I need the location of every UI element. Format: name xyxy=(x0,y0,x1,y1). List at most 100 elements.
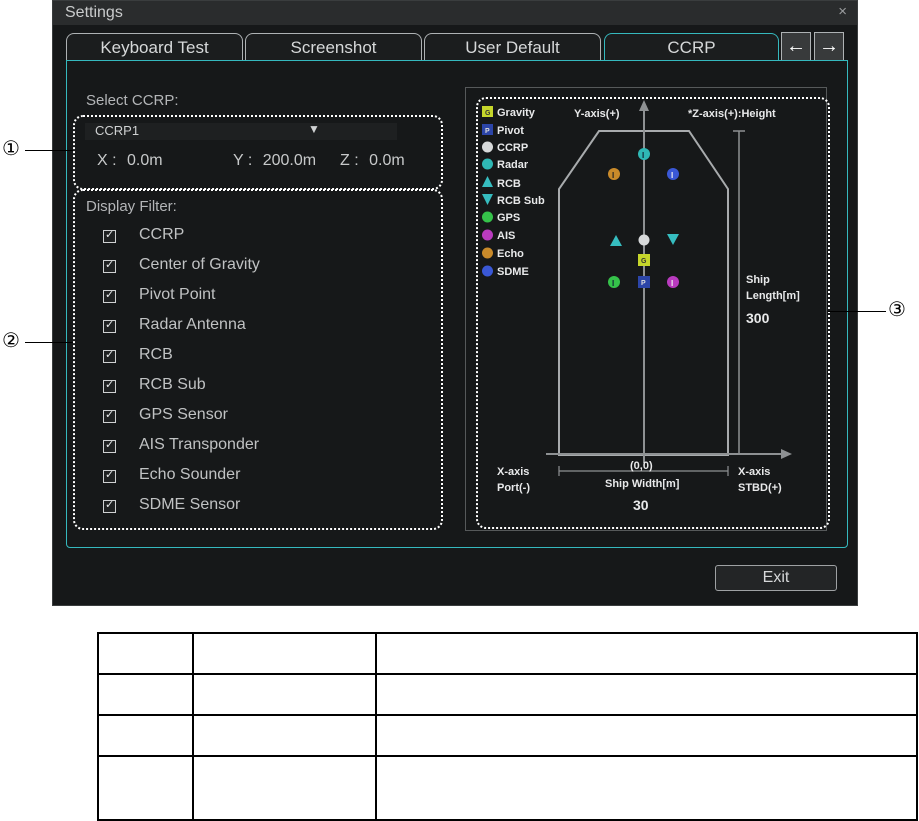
legend-gps: GPS xyxy=(497,212,520,224)
marker-glyph: I xyxy=(612,279,614,288)
filter-label: CCRP xyxy=(139,226,185,243)
checkbox[interactable]: ✓ xyxy=(103,409,116,423)
check-icon: ✓ xyxy=(105,289,115,301)
ccrp-z: Z : 0.0m xyxy=(340,152,405,170)
callout-3: ③ xyxy=(888,297,906,321)
display-filter-label: Display Filter: xyxy=(86,198,177,215)
title-bar: Settings × xyxy=(53,1,857,25)
callout-1-line xyxy=(25,150,73,151)
marker-glyph: I xyxy=(671,171,673,180)
legend-rcb: RCB xyxy=(497,178,521,190)
rcb-sub-marker xyxy=(667,234,679,245)
tab-keyboard-test[interactable]: Keyboard Test xyxy=(66,33,243,62)
y-value: 200.0m xyxy=(262,152,317,169)
legend-pivot: Pivot xyxy=(497,125,524,137)
ccrp-x: X : 0.0m xyxy=(97,152,163,170)
diagram-legend: G Gravity P Pivot CCRP Radar RCB RCB Sub… xyxy=(482,106,545,278)
table-row xyxy=(97,673,918,716)
filter-label: Radar Antenna xyxy=(139,316,246,333)
callout-1: ① xyxy=(2,136,20,160)
select-ccrp-label: Select CCRP: xyxy=(86,92,179,109)
x-value: 0.0m xyxy=(127,152,163,169)
marker-glyph: I xyxy=(671,279,673,288)
check-icon: ✓ xyxy=(105,499,115,511)
filter-label: RCB xyxy=(139,346,173,363)
z-axis-label: *Z-axis(+):Height xyxy=(688,108,776,120)
filter-label: AIS Transponder xyxy=(139,436,260,453)
checkbox[interactable]: ✓ xyxy=(103,289,116,303)
ccrp-icon xyxy=(482,141,493,153)
rcb-sub-icon xyxy=(482,194,493,205)
legend-rcb-sub: RCB Sub xyxy=(497,195,545,207)
arrow-left-icon[interactable]: ← xyxy=(781,32,811,62)
gravity-icon-letter: G xyxy=(485,110,491,117)
check-icon: ✓ xyxy=(105,229,115,241)
check-icon: ✓ xyxy=(105,409,115,421)
checkbox[interactable]: ✓ xyxy=(103,259,116,273)
arrow-right-icon[interactable]: → xyxy=(814,32,844,62)
pivot-marker-letter: P xyxy=(641,280,646,287)
ship-width-label: Ship Width[m] xyxy=(605,478,680,490)
callout-2: ② xyxy=(2,328,20,352)
check-icon: ✓ xyxy=(105,259,115,271)
table-row xyxy=(97,714,918,757)
x-port-label-2: Port(-) xyxy=(497,482,530,494)
x-port-label-1: X-axis xyxy=(497,466,529,478)
filter-label: SDME Sensor xyxy=(139,496,241,513)
gps-icon xyxy=(482,211,493,223)
reference-table xyxy=(97,632,918,821)
rcb-marker xyxy=(610,235,622,246)
callout-3-line xyxy=(828,311,886,312)
filter-label: Pivot Point xyxy=(139,286,216,303)
ship-length-label-1: Ship xyxy=(746,274,770,286)
tab-user-default[interactable]: User Default xyxy=(424,33,601,62)
ship-diagram: Y-axis(+) *Z-axis(+):Height Ship Length[… xyxy=(482,100,800,513)
ccrp-dropdown[interactable]: CCRP1 ▼ xyxy=(85,122,397,140)
filter-label: RCB Sub xyxy=(139,376,206,393)
checkbox[interactable]: ✓ xyxy=(103,499,116,513)
legend-radar: Radar xyxy=(497,159,529,171)
radar-icon xyxy=(482,158,493,170)
marker-glyph: I xyxy=(642,151,644,160)
checkbox[interactable]: ✓ xyxy=(103,439,116,453)
z-value: 0.0m xyxy=(369,152,405,169)
checkbox[interactable]: ✓ xyxy=(103,319,116,333)
check-icon: ✓ xyxy=(105,379,115,391)
checkbox[interactable]: ✓ xyxy=(103,469,116,483)
check-icon: ✓ xyxy=(105,469,115,481)
check-icon: ✓ xyxy=(105,319,115,331)
check-icon: ✓ xyxy=(105,349,115,361)
exit-button[interactable]: Exit xyxy=(715,565,837,591)
ccrp-marker xyxy=(638,234,650,246)
ccrp-y: Y : 200.0m xyxy=(233,152,316,170)
echo-icon xyxy=(482,247,493,259)
legend-sdme: SDME xyxy=(497,266,529,278)
table-row xyxy=(97,632,918,675)
rcb-icon xyxy=(482,176,493,187)
checkbox[interactable]: ✓ xyxy=(103,349,116,363)
ccrp-dropdown-value: CCRP1 xyxy=(95,123,140,138)
marker-glyph: I xyxy=(612,171,614,180)
legend-echo: Echo xyxy=(497,248,524,260)
filter-label: Center of Gravity xyxy=(139,256,260,273)
legend-ais: AIS xyxy=(497,230,515,242)
origin-label: (0,0) xyxy=(630,460,653,472)
callout-2-line xyxy=(25,342,73,343)
ais-icon xyxy=(482,229,493,241)
check-icon: ✓ xyxy=(105,439,115,451)
checkbox[interactable]: ✓ xyxy=(103,379,116,393)
filter-label: Echo Sounder xyxy=(139,466,241,483)
sdme-icon xyxy=(482,265,493,277)
x-stbd-label-1: X-axis xyxy=(738,466,770,478)
ship-length-label-2: Length[m] xyxy=(746,290,800,302)
tab-screenshot[interactable]: Screenshot xyxy=(245,33,422,62)
filter-label: GPS Sensor xyxy=(139,406,228,423)
ship-width-value: 30 xyxy=(633,497,649,513)
close-icon[interactable]: × xyxy=(838,3,847,20)
y-axis-label: Y-axis(+) xyxy=(574,108,620,120)
gravity-marker-letter: G xyxy=(641,258,647,265)
checkbox[interactable]: ✓ xyxy=(103,229,116,243)
ship-length-value: 300 xyxy=(746,310,770,326)
table-row xyxy=(97,755,918,821)
y-axis-arrow-icon xyxy=(639,100,649,111)
